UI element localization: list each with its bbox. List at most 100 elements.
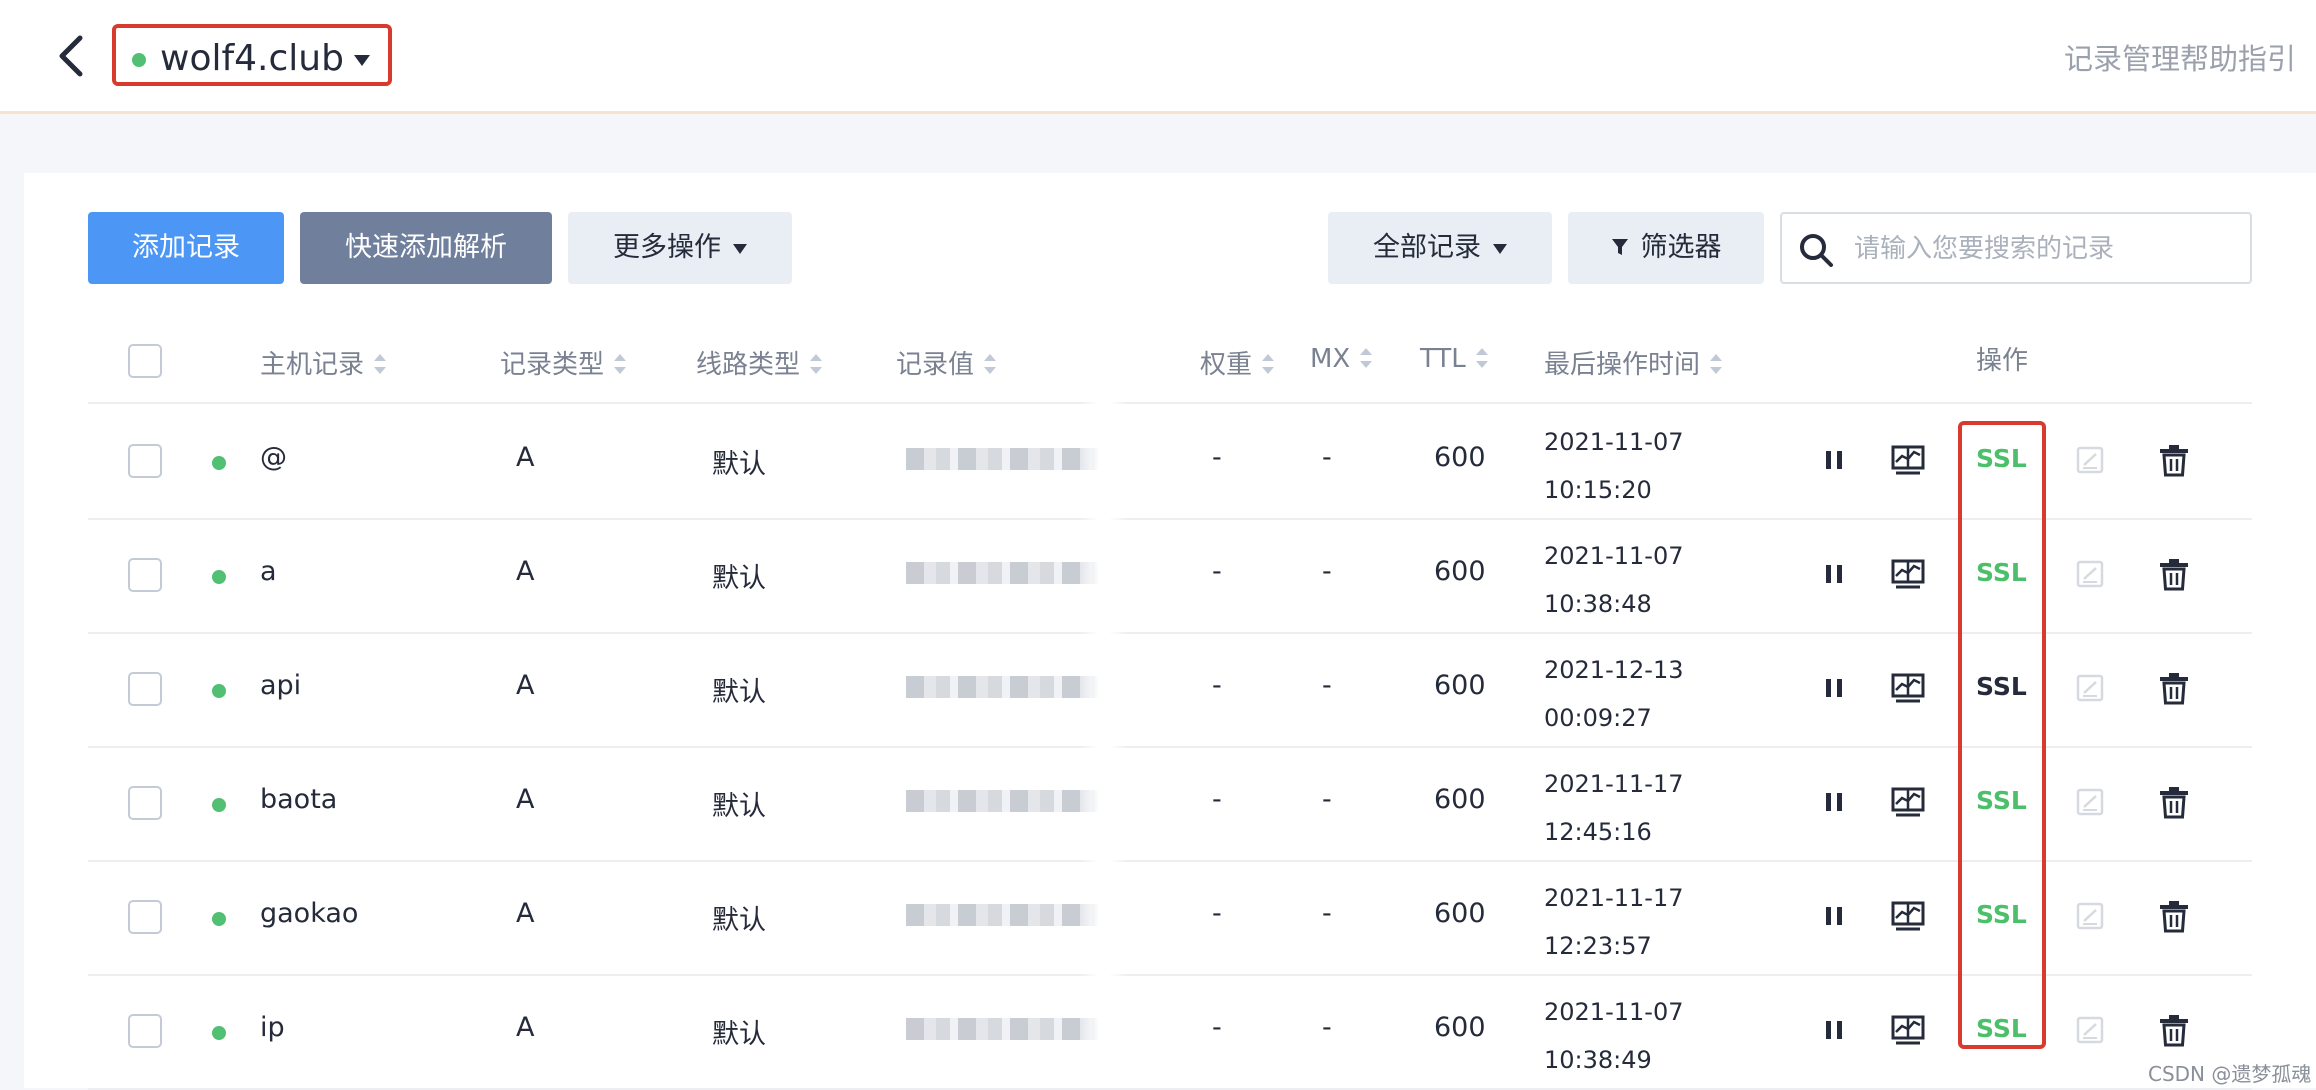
status-dot xyxy=(212,570,226,584)
col-time-header[interactable]: 最后操作时间 xyxy=(1544,344,1723,381)
col-weight-header[interactable]: 权重 xyxy=(1200,344,1275,381)
mx-value: - xyxy=(1322,898,1332,929)
ssl-link[interactable]: SSL xyxy=(1976,444,2027,473)
pause-icon[interactable] xyxy=(1816,670,1852,706)
more-actions-button[interactable]: 更多操作 xyxy=(568,212,792,284)
last-modified-time: 2021-11-17 12:45:16 xyxy=(1544,760,1683,856)
trash-icon[interactable] xyxy=(2156,784,2192,820)
monitor-icon[interactable] xyxy=(1890,898,1926,934)
last-modified-clock: 12:45:16 xyxy=(1544,818,1652,846)
col-type-header[interactable]: 记录类型 xyxy=(500,344,627,381)
row-checkbox[interactable] xyxy=(128,786,162,820)
ssl-link[interactable]: SSL xyxy=(1976,900,2027,929)
monitor-icon[interactable] xyxy=(1890,784,1926,820)
row-checkbox[interactable] xyxy=(128,558,162,592)
caret-down-icon xyxy=(733,243,747,254)
domain-selector[interactable]: wolf4.club xyxy=(112,24,392,86)
edit-icon[interactable] xyxy=(2072,556,2108,592)
monitor-icon[interactable] xyxy=(1890,556,1926,592)
quick-add-button[interactable]: 快速添加解析 xyxy=(300,212,552,284)
record-value xyxy=(906,900,1100,930)
edit-icon[interactable] xyxy=(2072,1012,2108,1048)
ssl-link[interactable]: SSL xyxy=(1976,786,2027,815)
chevron-left-icon[interactable] xyxy=(52,30,92,82)
sort-icon xyxy=(1262,353,1275,374)
status-dot xyxy=(212,456,226,470)
record-value xyxy=(906,558,1100,588)
last-modified-date: 2021-11-17 xyxy=(1544,770,1684,798)
pause-icon[interactable] xyxy=(1816,898,1852,934)
pause-icon[interactable] xyxy=(1816,1012,1852,1048)
all-records-dropdown[interactable]: 全部记录 xyxy=(1328,212,1552,284)
mx-value: - xyxy=(1322,784,1332,815)
table-row: baota A 默认 - - 600 2021-11-17 12:45:16 SSL xyxy=(88,746,2252,862)
top-header: wolf4.club 记录管理帮助指引 xyxy=(0,0,2316,114)
host-record: ip xyxy=(260,1012,285,1043)
monitor-icon[interactable] xyxy=(1890,670,1926,706)
row-checkbox[interactable] xyxy=(128,900,162,934)
col-weight-label: 权重 xyxy=(1200,350,1253,380)
filter-button[interactable]: 筛选器 xyxy=(1568,212,1764,284)
domain-name: wolf4.club xyxy=(160,38,344,79)
record-type: A xyxy=(516,442,535,473)
sort-icon xyxy=(614,353,627,374)
trash-icon[interactable] xyxy=(2156,1012,2192,1048)
add-record-button[interactable]: 添加记录 xyxy=(88,212,284,284)
monitor-icon[interactable] xyxy=(1890,442,1926,478)
edit-icon[interactable] xyxy=(2072,670,2108,706)
last-modified-time: 2021-11-07 10:15:20 xyxy=(1544,418,1683,514)
trash-icon[interactable] xyxy=(2156,556,2192,592)
last-modified-date: 2021-11-07 xyxy=(1544,428,1684,456)
redacted-value-blur xyxy=(906,562,1100,584)
pause-icon[interactable] xyxy=(1816,556,1852,592)
ttl-value: 600 xyxy=(1434,1012,1486,1043)
status-dot xyxy=(212,798,226,812)
col-value-header[interactable]: 记录值 xyxy=(896,344,997,381)
host-record: a xyxy=(260,556,277,587)
col-actions-header: 操作 xyxy=(1976,346,2029,376)
row-checkbox[interactable] xyxy=(128,672,162,706)
edit-icon[interactable] xyxy=(2072,442,2108,478)
col-host-header[interactable]: 主机记录 xyxy=(260,344,387,381)
status-dot xyxy=(212,684,226,698)
col-mx-header[interactable]: MX xyxy=(1310,344,1373,374)
ttl-value: 600 xyxy=(1434,784,1486,815)
trash-icon[interactable] xyxy=(2156,442,2192,478)
select-all-checkbox[interactable] xyxy=(128,344,162,378)
col-line-header[interactable]: 线路类型 xyxy=(696,344,823,381)
line-type: 默认 xyxy=(712,563,766,594)
record-value xyxy=(906,1014,1100,1044)
ssl-link[interactable]: SSL xyxy=(1976,672,2027,701)
record-type: A xyxy=(516,784,535,815)
weight-value: - xyxy=(1212,556,1222,587)
line-type: 默认 xyxy=(712,449,766,480)
last-modified-time: 2021-11-07 10:38:48 xyxy=(1544,532,1683,628)
trash-icon[interactable] xyxy=(2156,898,2192,934)
ttl-value: 600 xyxy=(1434,670,1486,701)
ssl-link[interactable]: SSL xyxy=(1976,558,2027,587)
trash-icon[interactable] xyxy=(2156,670,2192,706)
help-guide-link[interactable]: 记录管理帮助指引 xyxy=(2064,36,2296,78)
search-input[interactable] xyxy=(1852,222,2246,276)
weight-value: - xyxy=(1212,1012,1222,1043)
table-row: a A 默认 - - 600 2021-11-07 10:38:48 SSL xyxy=(88,518,2252,634)
row-checkbox[interactable] xyxy=(128,444,162,478)
redacted-value-blur xyxy=(906,448,1100,470)
filter-label: 筛选器 xyxy=(1640,232,1722,263)
record-type: A xyxy=(516,1012,535,1043)
last-modified-clock: 10:15:20 xyxy=(1544,476,1652,504)
monitor-icon[interactable] xyxy=(1890,1012,1926,1048)
last-modified-date: 2021-12-13 xyxy=(1544,656,1684,684)
mx-value: - xyxy=(1322,1012,1332,1043)
row-checkbox[interactable] xyxy=(128,1014,162,1048)
sort-icon xyxy=(984,353,997,374)
ttl-value: 600 xyxy=(1434,556,1486,587)
col-ttl-header[interactable]: TTL xyxy=(1420,344,1488,374)
status-dot xyxy=(212,912,226,926)
edit-icon[interactable] xyxy=(2072,784,2108,820)
ssl-link[interactable]: SSL xyxy=(1976,1014,2027,1043)
pause-icon[interactable] xyxy=(1816,442,1852,478)
pause-icon[interactable] xyxy=(1816,784,1852,820)
edit-icon[interactable] xyxy=(2072,898,2108,934)
col-time-label: 最后操作时间 xyxy=(1544,350,1701,380)
